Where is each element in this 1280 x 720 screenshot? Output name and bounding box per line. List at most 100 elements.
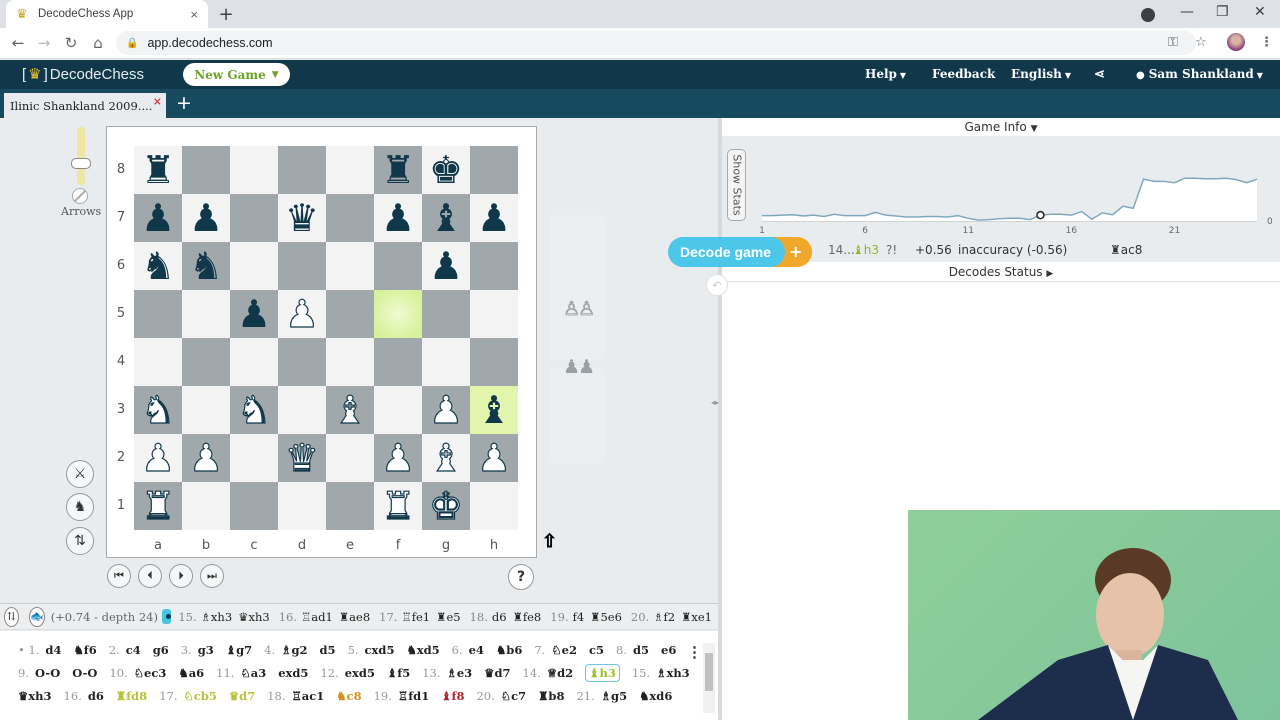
close-window-button[interactable]: ✕	[1254, 4, 1266, 20]
game-tab[interactable]: Ilinic Shankland 2009.... ×	[4, 93, 166, 118]
move[interactable]: e6	[661, 643, 676, 657]
square-d7[interactable]: ♛	[278, 194, 326, 242]
square-f1[interactable]: ♜	[374, 482, 422, 530]
square-b5[interactable]	[182, 290, 230, 338]
sword-icon[interactable]: ⚔	[66, 460, 94, 488]
square-f5[interactable]	[374, 290, 422, 338]
square-g4[interactable]	[422, 338, 470, 386]
current-move[interactable]: ♝h3	[585, 664, 620, 682]
knights-icon[interactable]: ♞	[66, 493, 94, 521]
white-queen-piece[interactable]: ♛	[284, 438, 319, 477]
square-d6[interactable]	[278, 242, 326, 290]
close-game-tab-icon[interactable]: ×	[153, 95, 162, 108]
move[interactable]: ♞a6	[178, 666, 204, 680]
black-bishop-piece[interactable]: ♝	[429, 199, 463, 237]
move-list-menu-icon[interactable]: ⋮	[687, 643, 702, 661]
square-f3[interactable]	[374, 386, 422, 434]
move[interactable]: exd5	[278, 666, 308, 680]
square-h1[interactable]	[470, 482, 518, 530]
move[interactable]: ♛xh3	[18, 689, 52, 703]
move[interactable]: ♗xh3	[656, 666, 690, 680]
square-c7[interactable]	[230, 194, 278, 242]
black-pawn-piece[interactable]: ♟	[477, 199, 511, 237]
resize-handle-icon[interactable]: ◂▸	[711, 398, 719, 407]
square-d2[interactable]: ♛	[278, 434, 326, 482]
share-icon[interactable]: ⋖	[1094, 67, 1105, 82]
square-d3[interactable]	[278, 386, 326, 434]
move[interactable]: ♞c8	[336, 689, 361, 703]
square-c6[interactable]	[230, 242, 278, 290]
engine-move[interactable]: ♖ad1	[301, 610, 333, 624]
move[interactable]: ♘ec3	[134, 666, 167, 680]
previous-move-button[interactable]: ⏴	[138, 564, 162, 588]
move-list-scrollbar[interactable]	[703, 643, 715, 713]
user-menu[interactable]: ● Sam Shankland ▼	[1136, 67, 1263, 81]
square-a7[interactable]: ♟	[134, 194, 182, 242]
browser-tab[interactable]: ♛ DecodeChess App ×	[6, 0, 208, 28]
move[interactable]: ♗e3	[447, 666, 473, 680]
move[interactable]: ♖ac1	[292, 689, 325, 703]
square-b8[interactable]	[182, 146, 230, 194]
square-e6[interactable]	[326, 242, 374, 290]
square-a3[interactable]: ♞	[134, 386, 182, 434]
square-b6[interactable]: ♞	[182, 242, 230, 290]
media-control-icon[interactable]	[1141, 8, 1155, 22]
square-b1[interactable]	[182, 482, 230, 530]
minimize-button[interactable]: —	[1180, 4, 1194, 20]
engine-toggle-icon[interactable]: ⇅	[4, 606, 19, 627]
move[interactable]: ♜b8	[538, 689, 564, 703]
move[interactable]: c5	[589, 643, 604, 657]
undo-icon[interactable]: ↶	[706, 274, 728, 296]
move[interactable]: cxd5	[365, 643, 395, 657]
white-knight-piece[interactable]: ♞	[140, 390, 175, 429]
square-d8[interactable]	[278, 146, 326, 194]
new-game-button[interactable]: New Game ▼	[183, 63, 290, 86]
move[interactable]: g3	[198, 643, 214, 657]
engine-move[interactable]: ♗xh3	[201, 610, 233, 624]
black-pawn-piece[interactable]: ♟	[189, 199, 223, 237]
black-pawn-piece[interactable]: ♟	[381, 199, 415, 237]
black-rook-piece[interactable]: ♜	[381, 151, 415, 189]
move[interactable]: ♘cb5	[183, 689, 216, 703]
help-button[interactable]: ?	[508, 564, 534, 590]
move[interactable]: ♘a3	[240, 666, 266, 680]
white-pawn-piece[interactable]: ♟	[188, 438, 223, 477]
address-bar[interactable]: 🔒 app.decodechess.com	[116, 31, 1196, 55]
scrollbar-thumb[interactable]	[705, 653, 713, 691]
next-move-button[interactable]: ⏵	[169, 564, 193, 588]
engine-move[interactable]: ♜ae8	[339, 610, 370, 624]
chart-current-move-marker[interactable]	[1036, 210, 1045, 220]
move[interactable]: ♞xd6	[639, 689, 672, 703]
last-move-button[interactable]: ⏭	[200, 564, 224, 588]
move[interactable]: d5	[320, 643, 336, 657]
square-d5[interactable]: ♟	[278, 290, 326, 338]
engine-move[interactable]: ♜5e6	[590, 610, 622, 624]
key-icon[interactable]: ⚿	[1168, 35, 1178, 50]
square-d1[interactable]	[278, 482, 326, 530]
square-h5[interactable]	[470, 290, 518, 338]
engine-fish-icon[interactable]: 🐟	[28, 606, 45, 627]
square-e8[interactable]	[326, 146, 374, 194]
square-c4[interactable]	[230, 338, 278, 386]
black-pawn-piece[interactable]: ♟	[237, 295, 271, 333]
move[interactable]: ♝f5	[387, 666, 410, 680]
add-game-tab-button[interactable]: +	[176, 92, 192, 114]
square-a6[interactable]: ♞	[134, 242, 182, 290]
move[interactable]: c4	[126, 643, 141, 657]
engine-move[interactable]: ♜xe1	[681, 610, 712, 624]
square-c5[interactable]: ♟	[230, 290, 278, 338]
move[interactable]: ♗g5	[601, 689, 627, 703]
decode-game-button[interactable]: Decode game +	[668, 237, 813, 267]
move[interactable]: ♞f6	[73, 643, 96, 657]
square-g1[interactable]: ♚	[422, 482, 470, 530]
arrows-slider-track[interactable]	[77, 127, 85, 185]
white-bishop-piece[interactable]: ♝	[428, 438, 463, 477]
square-a4[interactable]	[134, 338, 182, 386]
move[interactable]: ♕d2	[547, 666, 573, 680]
square-h3[interactable]: ♝	[470, 386, 518, 434]
black-knight-piece[interactable]: ♞	[141, 247, 175, 285]
move[interactable]: ♗g2	[281, 643, 307, 657]
square-c8[interactable]	[230, 146, 278, 194]
black-king-piece[interactable]: ♚	[429, 151, 463, 189]
square-c3[interactable]: ♞	[230, 386, 278, 434]
